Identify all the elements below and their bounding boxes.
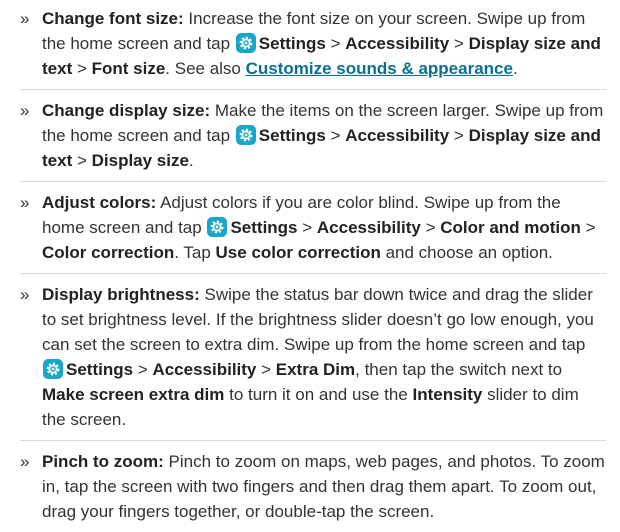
tip-change-display-size: » Change display size: Make the items on …	[20, 98, 606, 182]
tip-text: .	[188, 151, 194, 170]
settings-gear-icon	[43, 359, 63, 379]
menu-accessibility: Accessibility	[316, 218, 421, 237]
menu-settings: Settings	[66, 360, 134, 379]
tip-pinch-to-zoom: » Pinch to zoom: Pinch to zoom on maps, w…	[20, 449, 606, 532]
menu-color-correction: Color correction	[42, 243, 175, 262]
menu-color-and-motion: Color and motion	[440, 218, 581, 237]
separator: >	[297, 218, 317, 237]
option-use-color-correction: Use color correction	[215, 243, 381, 262]
separator: >	[449, 34, 469, 53]
menu-display-size: Display size	[91, 151, 189, 170]
tip-adjust-colors: » Adjust colors: Adjust colors if you are…	[20, 190, 606, 274]
menu-accessibility: Accessibility	[345, 34, 450, 53]
bullet: »	[20, 193, 30, 212]
separator: >	[449, 126, 469, 145]
separator: >	[325, 34, 346, 53]
tip-title: Change display size:	[42, 101, 211, 120]
tip-text: .	[512, 59, 518, 78]
bullet: »	[20, 285, 30, 304]
menu-extra-dim: Extra Dim	[275, 360, 356, 379]
menu-settings: Settings	[258, 126, 326, 145]
bullet: »	[20, 452, 30, 471]
bullet: »	[20, 101, 30, 120]
option-intensity: Intensity	[412, 385, 483, 404]
bullet: »	[20, 9, 30, 28]
separator: >	[72, 59, 92, 78]
accessibility-tips: » Change font size: Increase the font siz…	[0, 0, 620, 532]
tip-text: . See also	[165, 59, 246, 78]
settings-gear-icon	[235, 125, 256, 145]
tip-text: to turn it on and use the	[224, 385, 413, 404]
settings-gear-icon	[235, 33, 256, 53]
tip-text: and choose an option.	[380, 243, 553, 262]
tip-title: Pinch to zoom:	[42, 452, 164, 471]
tip-title: Adjust colors:	[42, 193, 157, 212]
customize-sounds-appearance-link[interactable]: Customize sounds & appearance	[246, 59, 513, 78]
tip-change-font-size: » Change font size: Increase the font siz…	[20, 6, 606, 90]
menu-font-size: Font size	[91, 59, 166, 78]
separator: >	[325, 126, 346, 145]
settings-gear-icon	[207, 217, 228, 237]
separator: >	[133, 360, 153, 379]
tip-text: . Tap	[174, 243, 216, 262]
tip-title: Display brightness:	[42, 285, 200, 304]
separator: >	[420, 218, 441, 237]
menu-accessibility: Accessibility	[345, 126, 450, 145]
menu-accessibility: Accessibility	[152, 360, 257, 379]
separator: >	[72, 151, 92, 170]
tip-title: Change font size:	[42, 9, 184, 28]
separator: >	[580, 218, 596, 237]
menu-settings: Settings	[258, 34, 326, 53]
option-make-screen-extra-dim: Make screen extra dim	[42, 385, 225, 404]
menu-settings: Settings	[230, 218, 298, 237]
separator: >	[256, 360, 276, 379]
tip-text: , then tap the switch next to	[355, 360, 563, 379]
tip-display-brightness: » Display brightness: Swipe the status ba…	[20, 282, 606, 441]
